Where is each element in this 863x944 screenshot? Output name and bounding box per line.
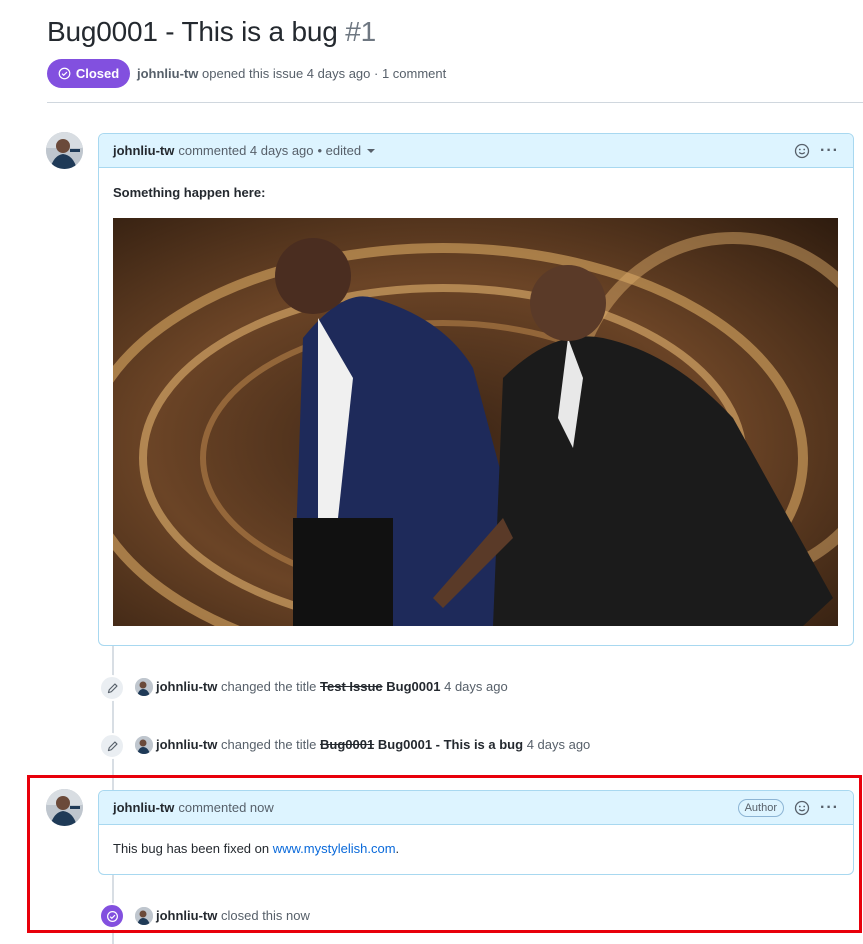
comment-author-link[interactable]: johnliu-tw (113, 143, 174, 158)
event-old-title: Test Issue (320, 679, 383, 694)
issue-title-text: Bug0001 - This is a bug (47, 16, 338, 47)
event-action: changed the title (221, 679, 317, 694)
comment-body: Something happen here: (99, 185, 853, 626)
issue-meta-text: opened this issue 4 days ago · 1 comment (202, 66, 447, 81)
smiley-icon[interactable] (794, 143, 810, 159)
kebab-icon[interactable]: ··· (820, 143, 839, 159)
event-icon (99, 675, 125, 701)
comment-heading: Something happen here: (113, 185, 266, 200)
event-title-change: johnliu-tw changed the title Bug0001 Bug… (156, 737, 590, 752)
comment-actions: ··· (794, 134, 839, 168)
avatar[interactable] (135, 736, 153, 754)
event-time[interactable]: 4 days ago (444, 679, 508, 694)
event-old-title: Bug0001 (320, 737, 375, 752)
comment-photo (113, 218, 838, 626)
event-icon (99, 733, 125, 759)
issue-author-link[interactable]: johnliu-tw (137, 66, 198, 81)
event-author-link[interactable]: johnliu-tw (156, 679, 217, 694)
status-badge: Closed (47, 59, 130, 88)
status-label: Closed (75, 66, 120, 81)
comment-image (113, 218, 838, 626)
event-new-title: Bug0001 - This is a bug (377, 737, 524, 752)
event-author-link[interactable]: johnliu-tw (156, 737, 217, 752)
event-action: changed the title (221, 737, 317, 752)
issue-meta: johnliu-tw opened this issue 4 days ago … (137, 66, 446, 81)
issue-title: Bug0001 - This is a bug #1 (47, 16, 376, 48)
avatar[interactable] (135, 678, 153, 696)
event-new-title: Bug0001 (386, 679, 441, 694)
avatar[interactable] (46, 132, 83, 169)
comment-card: johnliu-tw commented 4 days ago • edited… (98, 133, 854, 646)
event-time[interactable]: 4 days ago (527, 737, 591, 752)
comment-timestamp[interactable]: commented 4 days ago (178, 143, 313, 158)
check-circle-icon (58, 67, 71, 80)
pencil-icon (107, 682, 118, 693)
event-title-change: johnliu-tw changed the title Test Issue … (156, 679, 508, 694)
header-divider (47, 102, 863, 103)
caret-down-icon[interactable] (367, 148, 376, 153)
edited-dropdown[interactable]: • edited (318, 143, 362, 158)
pencil-icon (107, 740, 118, 751)
highlight-box (27, 775, 862, 933)
comment-header: johnliu-tw commented 4 days ago • edited… (99, 134, 853, 168)
issue-number: #1 (345, 16, 376, 47)
